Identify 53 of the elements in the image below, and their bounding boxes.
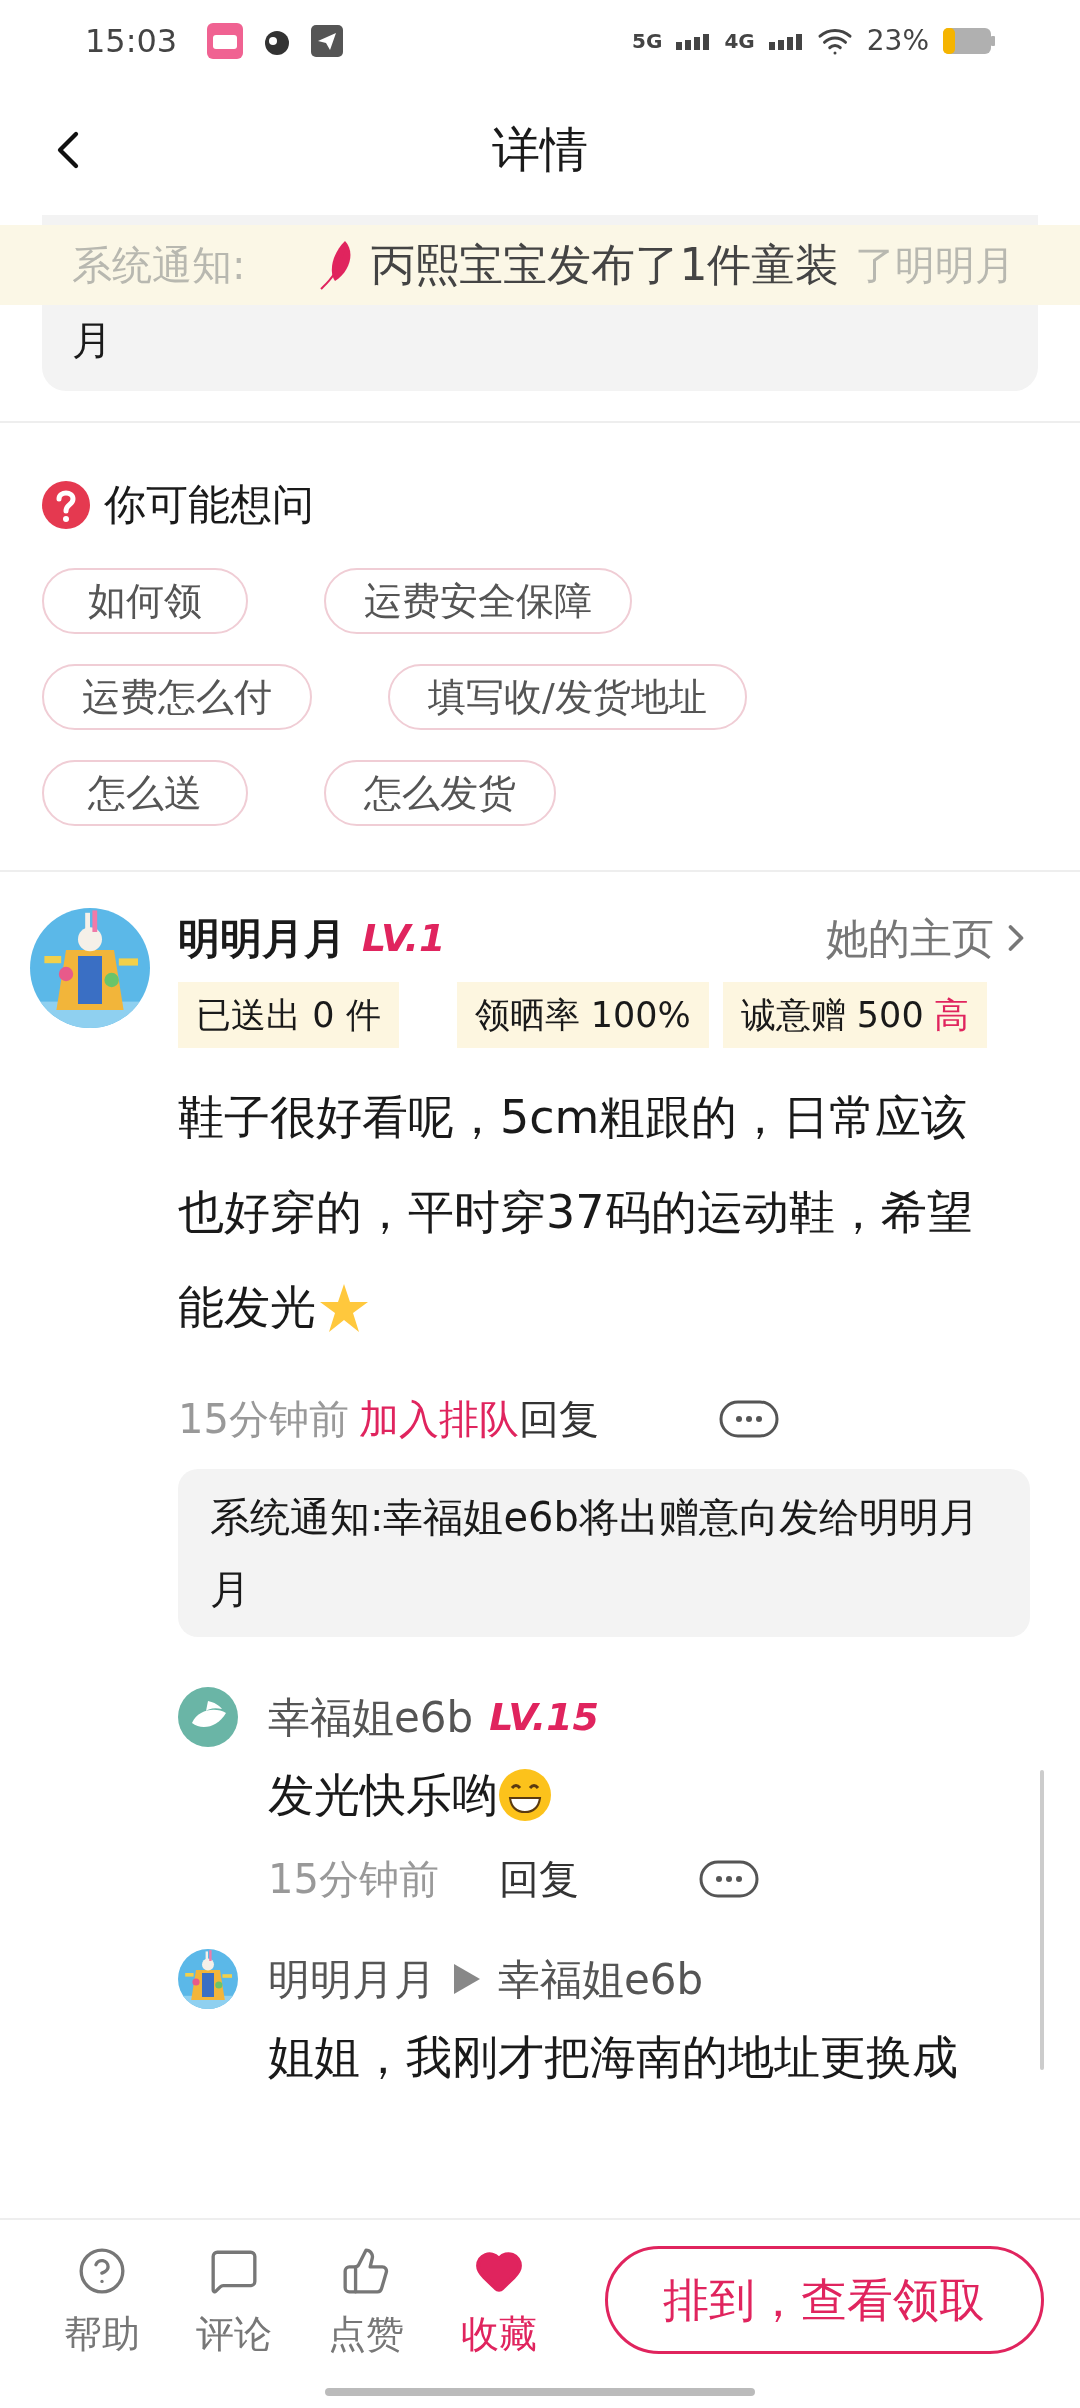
level-label: LV.15 <box>489 1693 600 1741</box>
question-icon <box>42 480 90 529</box>
comment-text: 也好穿的，平时穿37码的运动鞋，希望 <box>178 1184 973 1241</box>
more-icon[interactable] <box>698 1860 759 1898</box>
status-time: 15:03 <box>85 21 178 62</box>
stat-tag: 诚意赠 500 高 <box>722 982 987 1048</box>
notice-text: 月 <box>72 316 113 365</box>
bottom-tab[interactable]: 点赞 <box>300 2246 433 2363</box>
comment-text: 能发光 <box>178 1279 316 1336</box>
notice-text: 系统通知: <box>72 241 246 290</box>
leaf-avatar-icon <box>178 1687 238 1747</box>
send-icon <box>311 25 344 57</box>
system-note: 系统通知:幸福姐e6b将出赠意向发给明明月月 <box>178 1469 1030 1637</box>
bottom-tab[interactable]: 帮助 <box>36 2246 169 2363</box>
queue-link[interactable]: 加入排队 <box>358 1389 519 1449</box>
signal-label: 5G <box>632 28 663 55</box>
stat-tag: 领晒率 100% <box>456 982 709 1048</box>
reply-text: 发光快乐哟 <box>268 1767 498 1824</box>
battery-percent: 23% <box>866 23 929 59</box>
reply-text: 姐姐，我刚才把海南的地址更换成 <box>268 2029 958 2086</box>
bottom-tab[interactable]: 评论 <box>168 2246 301 2363</box>
section-title: 你可能想问 <box>104 479 314 531</box>
battery-icon <box>943 28 995 54</box>
stat-tag: 已送出 0 件 <box>178 982 399 1048</box>
app-notification-icon <box>207 23 244 59</box>
question-chip[interactable]: 如何领 <box>42 568 248 634</box>
reply-time: 15分钟前 <box>268 1855 439 1904</box>
author-name[interactable]: 明明月月 <box>178 906 346 970</box>
grin-emoji-icon <box>498 1768 552 1822</box>
question-chip[interactable]: 怎么送 <box>42 760 248 826</box>
reply-button[interactable]: 回复 <box>498 1849 579 1909</box>
question-chip[interactable]: 运费安全保障 <box>324 568 632 634</box>
toast-text: 丙熙宝宝发布了1件童装 <box>371 238 840 292</box>
reply-author[interactable]: 幸福姐e6b <box>268 1685 474 1749</box>
play-icon <box>452 1962 482 1996</box>
level-label: LV.1 <box>362 914 446 962</box>
question-chip[interactable]: 运费怎么付 <box>42 664 312 730</box>
comment-text: 鞋子很好看呢，5cm粗跟的，日常应该 <box>178 1089 968 1146</box>
question-chip[interactable]: 怎么发货 <box>324 760 556 826</box>
notice-text: 了明明月 <box>855 241 1016 290</box>
question-chip[interactable]: 填写收/发货地址 <box>388 664 747 730</box>
signal-icon <box>768 32 803 50</box>
signal-label: 4G <box>724 28 755 55</box>
action-button[interactable]: 排到，查看领取 <box>604 2246 1044 2354</box>
signal-icon <box>676 32 711 50</box>
reply-target[interactable]: 幸福姐e6b <box>498 1947 704 2011</box>
profile-link[interactable]: 她的主页 <box>826 906 994 970</box>
reply-author[interactable]: 明明月月 <box>268 1947 436 2011</box>
bottom-tab[interactable]: 收藏 <box>432 2246 565 2363</box>
more-icon[interactable] <box>718 1400 779 1438</box>
reply-button[interactable]: 回复 <box>518 1389 599 1449</box>
page-title: 详情 <box>492 119 588 179</box>
comment-time: 15分钟前 <box>178 1395 349 1444</box>
